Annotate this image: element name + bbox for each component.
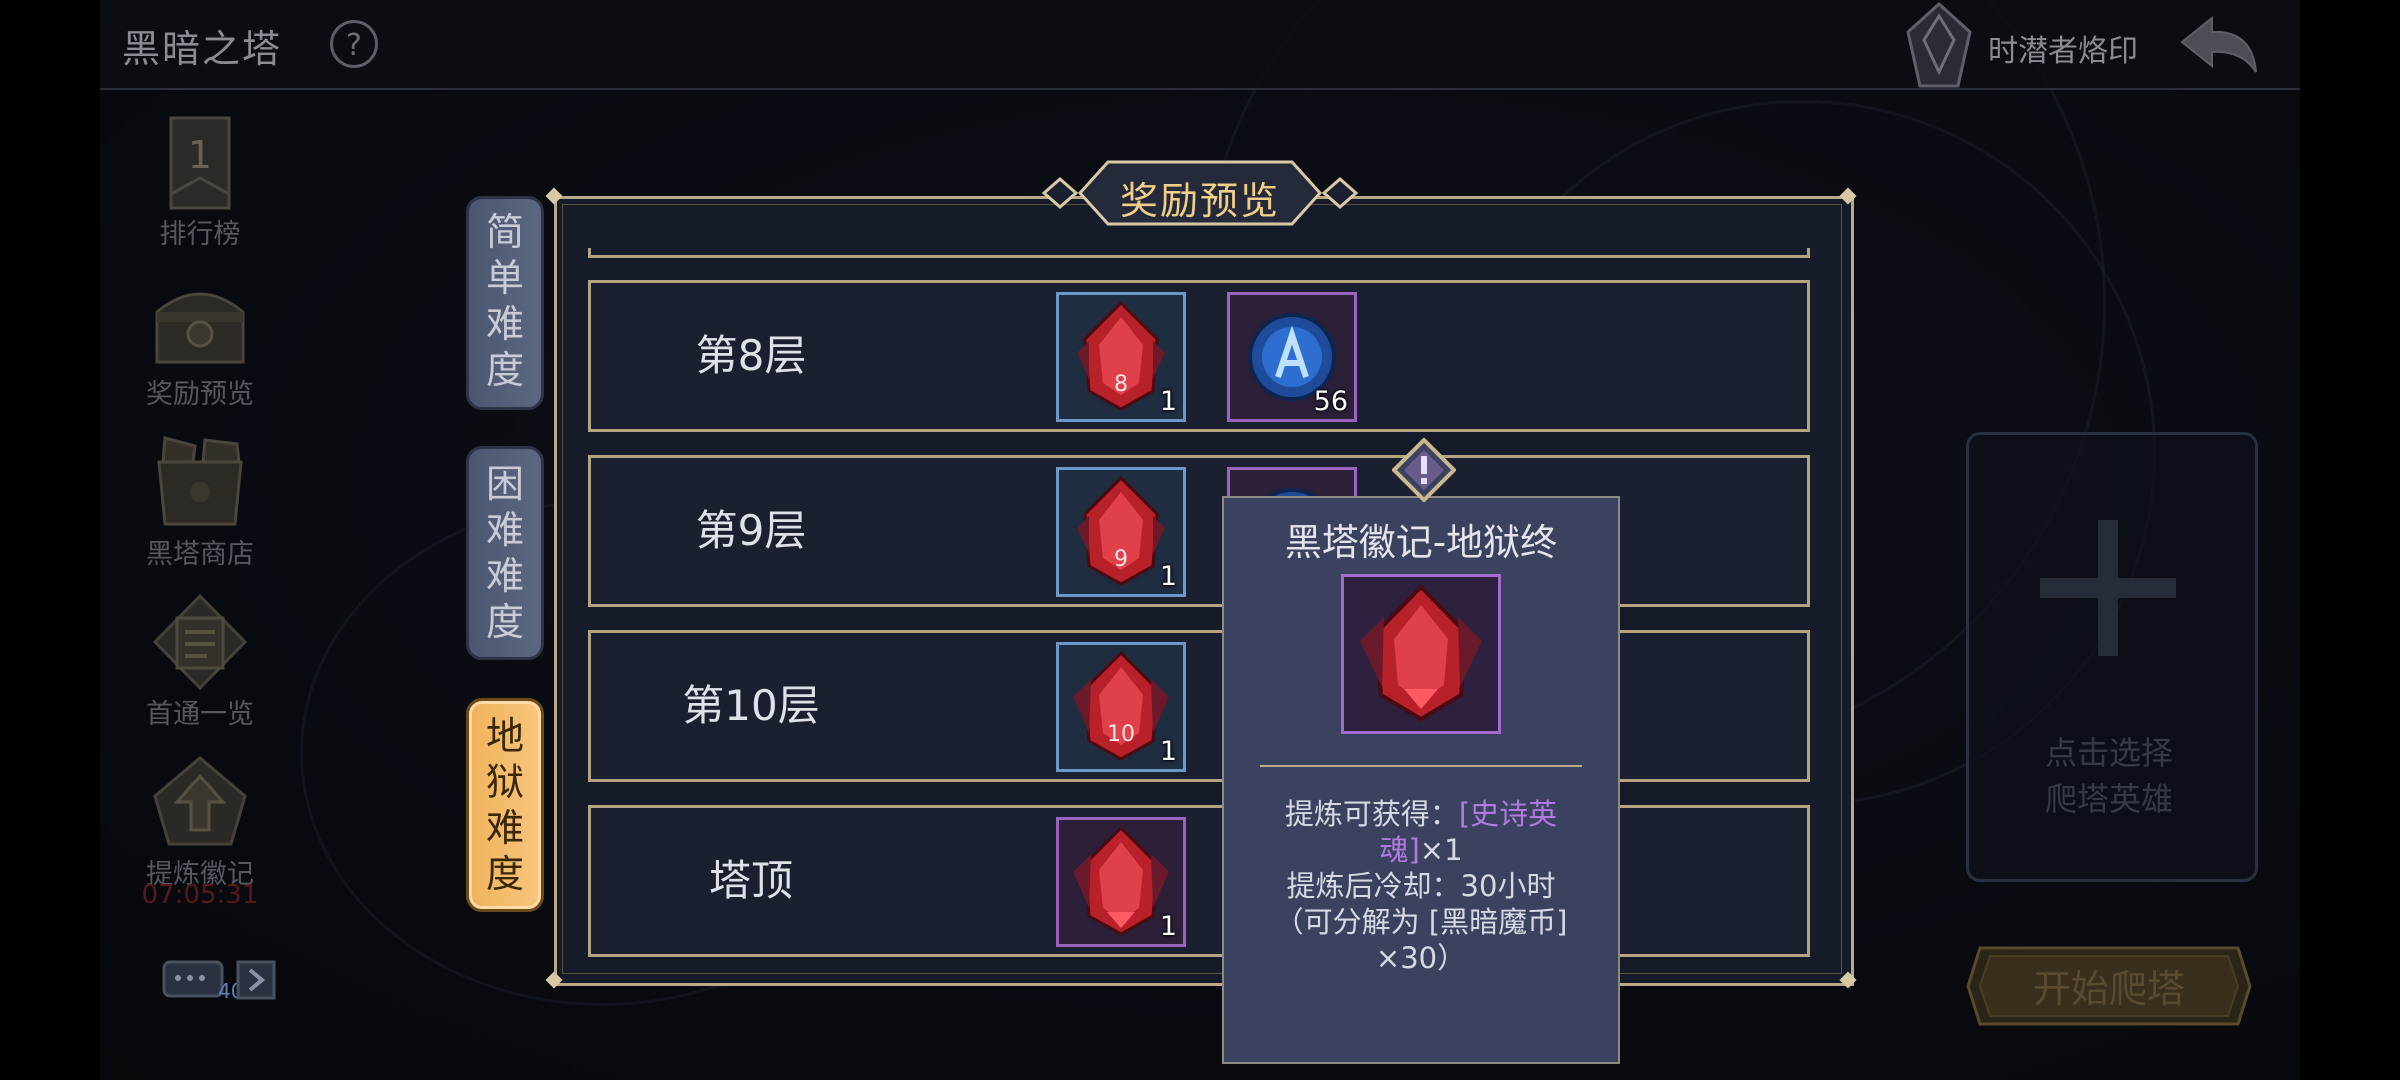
exclamation-icon: [1392, 438, 1456, 502]
shop-crate-icon: [157, 436, 243, 526]
tab-hard-difficulty[interactable]: 困难难度: [466, 446, 544, 660]
emblem-mark: 9: [1114, 547, 1128, 572]
chat-button[interactable]: 40: [162, 958, 278, 1002]
reward-slot[interactable]: 1: [1056, 817, 1186, 947]
treasure-chest-icon: [155, 292, 245, 364]
plus-icon: [2040, 520, 2176, 656]
tooltip-line: （可分解为 [黑暗魔币]: [1274, 905, 1568, 939]
tooltip-item-frame: [1341, 574, 1501, 734]
ranking-banner-icon: 1: [169, 116, 231, 210]
panel-title: 奖励预览: [1119, 179, 1280, 223]
reward-slot[interactable]: 56: [1227, 292, 1357, 422]
tab-label: 地狱难度: [485, 714, 524, 896]
reward-slot[interactable]: 10 1: [1056, 642, 1186, 772]
sidebar-item-first-clear[interactable]: 首通一览: [135, 592, 265, 731]
sidebar-item-ranking[interactable]: 1 排行榜: [135, 112, 265, 251]
reward-slot[interactable]: 9 1: [1056, 467, 1186, 597]
refine-emblem-icon: [153, 756, 247, 846]
imprint-label: 时潜者烙印: [1988, 34, 2138, 69]
floor-label: 第10层: [682, 681, 820, 730]
refine-cooldown-timer: 07:05:31: [141, 880, 259, 910]
reward-row: 第10层: [588, 630, 1810, 782]
floor-label: 塔顶: [708, 856, 793, 905]
help-icon[interactable]: ?: [330, 20, 378, 68]
reward-count: 1: [1159, 386, 1177, 417]
emblem-mark: 10: [1107, 722, 1135, 747]
reward-row: 第8层: [588, 280, 1810, 432]
red-tower-emblem-icon: [1360, 584, 1482, 722]
start-climb-label: 开始爬塔: [2032, 967, 2185, 1011]
reward-count: 1: [1159, 561, 1177, 592]
reward-row: 塔顶: [588, 805, 1810, 957]
tooltip-text: ×1: [1419, 833, 1463, 867]
tooltip-line: ×30）: [1375, 941, 1467, 975]
floor-label: 第8层: [695, 331, 807, 380]
reward-count: 1: [1159, 736, 1177, 767]
page-title: 黑暗之塔: [122, 27, 283, 71]
tooltip-line: 提炼可获得：[史诗英魂]×1: [1244, 796, 1598, 868]
sidebar-label: 奖励预览: [146, 379, 254, 410]
imprint-emblem-icon[interactable]: [1900, 2, 1978, 88]
reward-slot[interactable]: 8 1: [1056, 292, 1186, 422]
hero-slot-hint: 点击选择 爬塔英雄: [1966, 730, 2252, 822]
reward-row: 第9层: [588, 455, 1810, 607]
sidebar-label: 首通一览: [146, 699, 254, 730]
sidebar-label: 排行榜: [159, 219, 241, 250]
tooltip-line: 提炼后冷却：30小时: [1286, 869, 1556, 903]
sidebar-item-shop[interactable]: 黑塔商店: [135, 432, 265, 571]
hero-hint-line: 爬塔英雄: [2044, 780, 2173, 818]
tab-hell-difficulty[interactable]: 地狱难度: [466, 698, 544, 912]
tooltip-text: 提炼可获得：: [1284, 797, 1459, 831]
tooltip-divider: [1260, 765, 1582, 767]
reward-count: 56: [1313, 386, 1348, 417]
tooltip-body: 提炼可获得：[史诗英魂]×1 提炼后冷却：30小时 （可分解为 [黑暗魔币] ×…: [1244, 796, 1598, 976]
sidebar-label: 黑塔商店: [146, 539, 254, 570]
tab-label: 简单难度: [485, 210, 524, 392]
list-scroll-edge: [588, 248, 1810, 258]
back-arrow-icon[interactable]: [2178, 14, 2260, 76]
sidebar-item-reward-preview[interactable]: 奖励预览: [135, 272, 265, 411]
emblem-mark: 8: [1114, 372, 1128, 397]
scroll-list-icon: [152, 593, 248, 691]
hero-hint-line: 点击选择: [2044, 734, 2173, 772]
tab-easy-difficulty[interactable]: 简单难度: [466, 196, 544, 410]
tooltip-title: 黑塔徽记-地狱终: [1284, 521, 1558, 564]
tab-label: 困难难度: [485, 462, 524, 644]
reward-count: 1: [1159, 911, 1177, 942]
floor-label: 第9层: [695, 506, 807, 555]
ranking-badge: 1: [188, 133, 212, 177]
sidebar-item-refine-emblem[interactable]: 提炼徽记: [135, 752, 265, 891]
